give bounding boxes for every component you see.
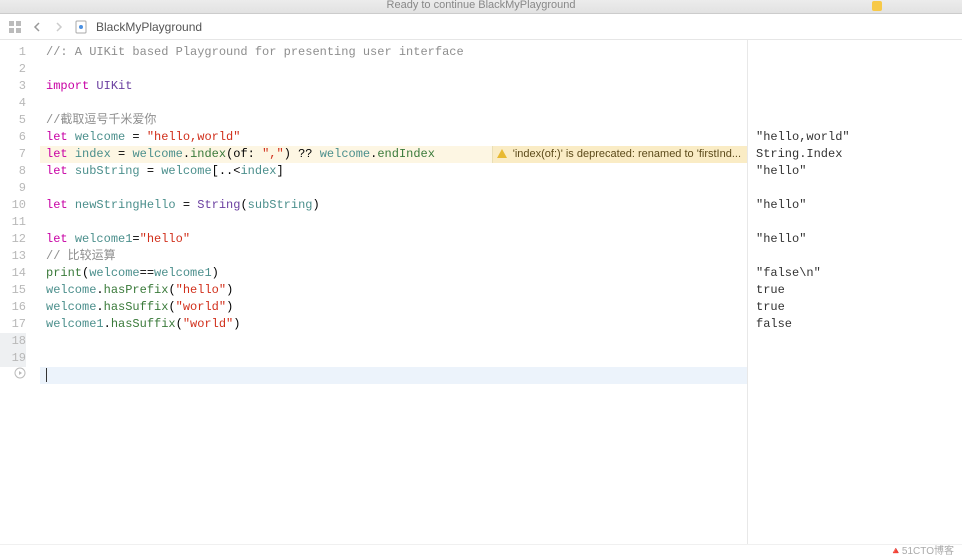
line-number: 9 [0,180,26,197]
result-line: "false\n" [748,265,962,282]
line-number: 3 [0,78,26,95]
line-number: 7 [0,146,26,163]
code-line[interactable]: let subString = welcome[..<index] [40,163,747,180]
code-line[interactable]: let index = welcome.index(of: ",") ?? we… [40,146,747,163]
code-line[interactable]: let welcome1="hello" [40,231,747,248]
code-editor[interactable]: 12345678910111213141516171819 //: A UIKi… [0,40,748,544]
warning-triangle-icon [497,149,507,158]
code-line[interactable] [40,61,747,78]
code-line[interactable] [40,350,747,367]
result-line [748,248,962,265]
nav-back-icon[interactable] [30,20,44,34]
inline-warning[interactable]: 'index(of:)' is deprecated: renamed to '… [492,146,747,163]
playground-file-icon [74,20,88,34]
code-line[interactable] [40,95,747,112]
line-number: 11 [0,214,26,231]
line-number: 1 [0,44,26,61]
code-line[interactable]: welcome1.hasSuffix("world") [40,316,747,333]
line-number: 10 [0,197,26,214]
main-area: 12345678910111213141516171819 //: A UIKi… [0,40,962,544]
result-line [748,180,962,197]
cursor-line[interactable] [40,367,747,384]
breadcrumb: BlackMyPlayground [0,14,962,40]
code-line[interactable] [40,214,747,231]
code-line[interactable] [40,333,747,350]
code-line[interactable]: let welcome = "hello,world" [40,129,747,146]
build-status-text: Ready to continue BlackMyPlayground [387,0,576,11]
code-line[interactable]: welcome.hasPrefix("hello") [40,282,747,299]
result-line [748,95,962,112]
line-number: 2 [0,61,26,78]
result-line: false [748,316,962,333]
nav-forward-icon[interactable] [52,20,66,34]
run-line-icon[interactable] [14,367,26,385]
breadcrumb-file-name[interactable]: BlackMyPlayground [96,20,202,34]
result-line: true [748,299,962,316]
line-number: 4 [0,95,26,112]
code-line[interactable]: // 比较运算 [40,248,747,265]
line-number: 14 [0,265,26,282]
code-line[interactable]: print(welcome==welcome1) [40,265,747,282]
line-number-gutter: 12345678910111213141516171819 [0,40,36,384]
watermark-text: 🔺51CTO博客 [889,546,954,557]
result-line [748,78,962,95]
result-line [748,44,962,61]
line-number: 15 [0,282,26,299]
code-line[interactable] [40,180,747,197]
related-items-icon[interactable] [8,20,22,34]
result-line: "hello" [748,197,962,214]
code-line[interactable]: let newStringHello = String(subString) [40,197,747,214]
result-line: true [748,282,962,299]
code-line[interactable]: welcome.hasSuffix("world") [40,299,747,316]
warning-indicator-icon [872,1,882,11]
line-number: 6 [0,129,26,146]
line-number: 13 [0,248,26,265]
line-number: 16 [0,299,26,316]
window-titlebar: Ready to continue BlackMyPlayground [0,0,962,14]
warning-text: 'index(of:)' is deprecated: renamed to '… [513,146,741,163]
result-line [748,214,962,231]
footer: 🔺51CTO博客 [0,544,962,558]
line-number: 12 [0,231,26,248]
line-number: 5 [0,112,26,129]
result-line [748,61,962,78]
result-line: "hello" [748,163,962,180]
result-line: "hello" [748,231,962,248]
result-line: "hello,world" [748,129,962,146]
line-number: 17 [0,316,26,333]
line-number: 19 [0,350,26,367]
result-line: String.Index [748,146,962,163]
code-line[interactable]: import UIKit [40,78,747,95]
line-number: 8 [0,163,26,180]
code-content[interactable]: //: A UIKit based Playground for present… [40,40,747,384]
code-line[interactable]: //截取逗号千米爱你 [40,112,747,129]
code-line[interactable]: //: A UIKit based Playground for present… [40,44,747,61]
results-sidebar: "hello,world"String.Index"hello""hello""… [748,40,962,544]
result-line [748,112,962,129]
line-number: 18 [0,333,26,350]
